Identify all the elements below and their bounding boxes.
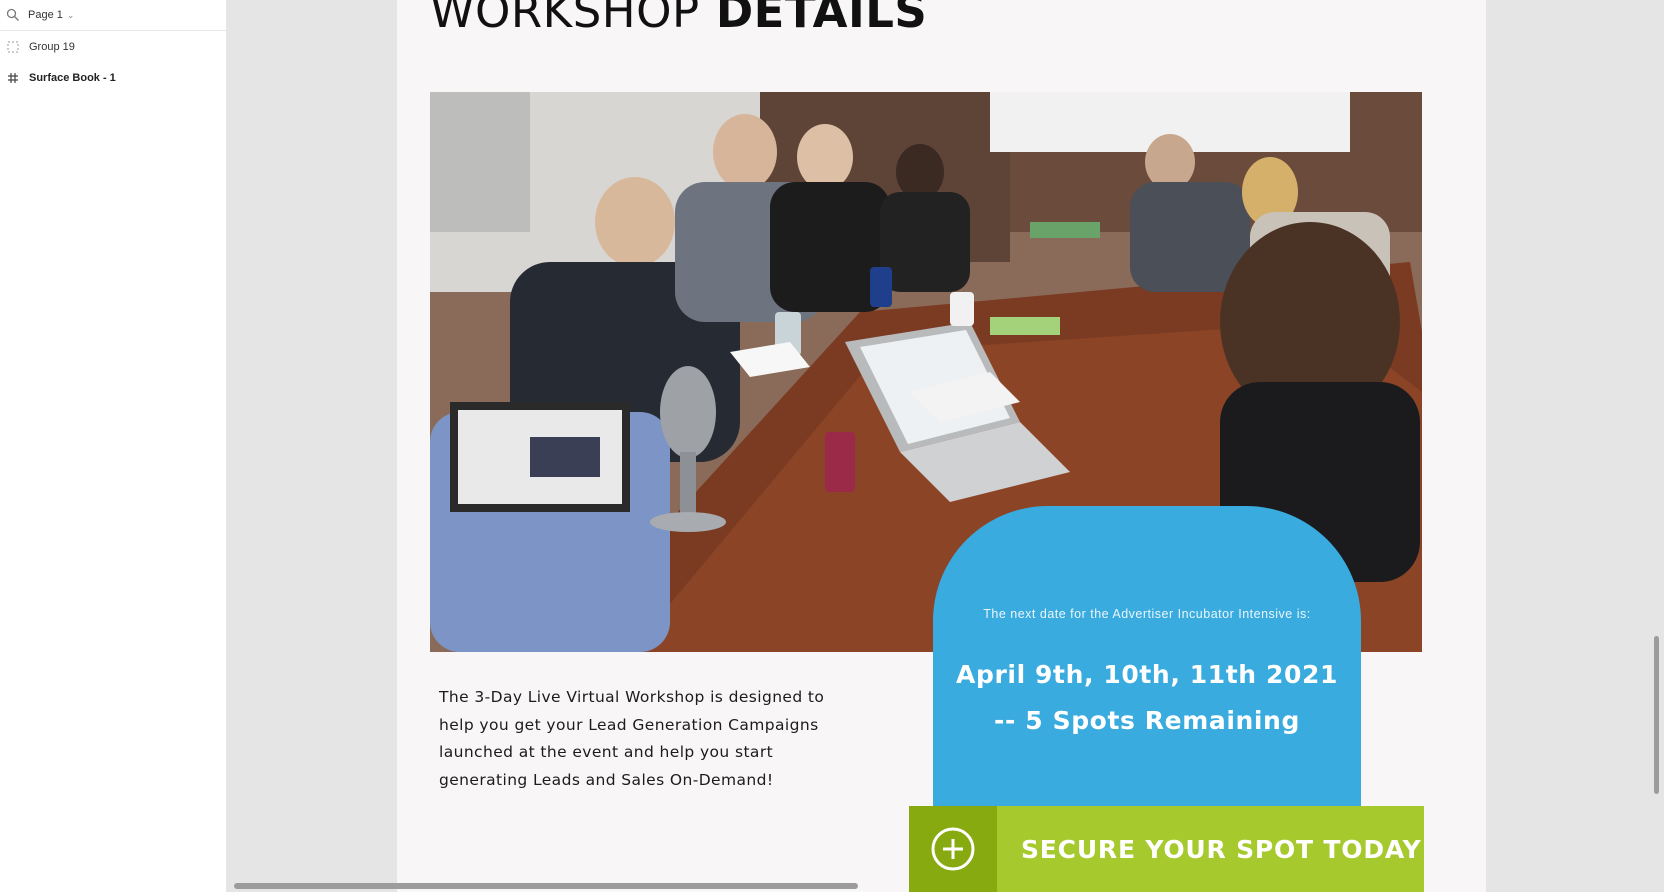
layer-item-group-19[interactable]: Group 19 [0, 38, 75, 56]
layers-panel: Page 1 ⌄ Group 19 Surface Book - 1 [0, 0, 227, 892]
surface-book-frame[interactable]: WORKSHOP DETAILS The 3-Day Live Virtual … [397, 0, 1486, 892]
layer-label: Group 19 [29, 41, 75, 53]
layer-item-surface-book-1[interactable]: Surface Book - 1 [0, 69, 116, 87]
heading-bold: DETAILS [715, 0, 928, 38]
cta-label[interactable]: SECURE YOUR SPOT TODAY [1021, 835, 1422, 864]
workshop-dates: April 9th, 10th, 11th 2021 -- 5 Spots Re… [933, 652, 1361, 744]
cta-icon-box[interactable] [909, 806, 997, 892]
spots-remaining: -- 5 Spots Remaining [994, 706, 1300, 735]
secure-spot-button[interactable]: SECURE YOUR SPOT TODAY [909, 806, 1424, 892]
chevron-down-icon[interactable]: ⌄ [67, 10, 75, 21]
design-canvas[interactable]: WORKSHOP DETAILS The 3-Day Live Virtual … [228, 0, 1664, 892]
group-icon [7, 41, 19, 53]
next-date-card: The next date for the Advertiser Incubat… [933, 506, 1361, 806]
heading-light: WORKSHOP [430, 0, 700, 38]
frame-hash-icon [7, 72, 19, 84]
page-selector[interactable]: Page 1 ⌄ [0, 0, 226, 31]
page-label[interactable]: Page 1 [28, 9, 63, 21]
plus-circle-icon[interactable] [930, 826, 976, 872]
vertical-scrollbar[interactable] [1654, 636, 1659, 794]
section-heading: WORKSHOP DETAILS [430, 0, 927, 42]
horizontal-scrollbar[interactable] [234, 883, 858, 889]
dates-line-1: April 9th, 10th, 11th 2021 [956, 660, 1338, 689]
next-date-label: The next date for the Advertiser Incubat… [983, 607, 1311, 621]
layer-label: Surface Book - 1 [29, 72, 116, 84]
workshop-description: The 3-Day Live Virtual Workshop is desig… [439, 688, 825, 789]
search-icon[interactable] [6, 8, 20, 22]
